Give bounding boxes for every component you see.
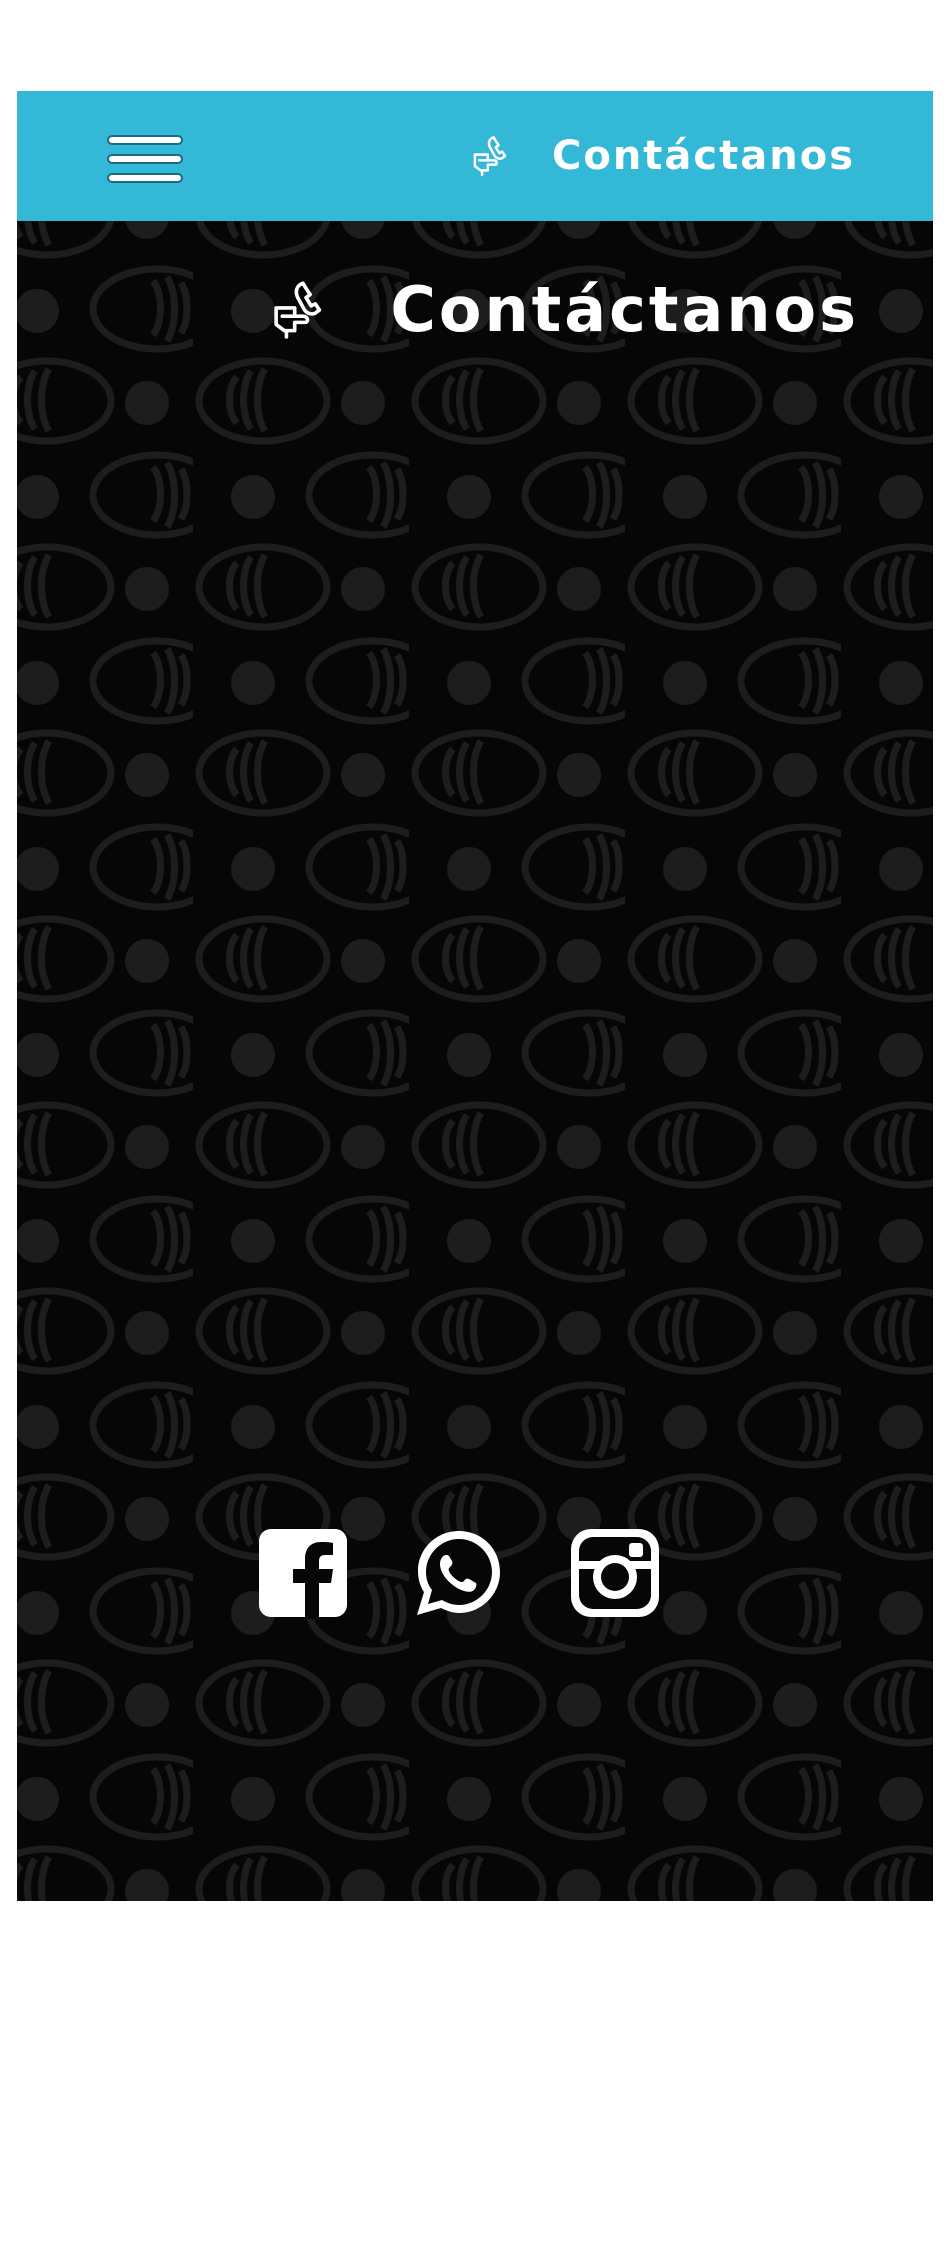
facebook-button[interactable] [257,1527,349,1619]
top-bar: Contáctanos [17,91,933,221]
phone-hand-icon [473,136,507,176]
instagram-button[interactable] [569,1527,661,1619]
header-contact-link[interactable]: Contáctanos [472,127,855,185]
menu-bar [107,154,183,164]
facebook-icon [259,1529,347,1619]
app-container: Contáctanos Contáctanos [17,91,933,1901]
sushi-pattern-background [17,221,933,1901]
menu-bar [107,135,183,145]
hero-section: Contáctanos [17,221,933,1901]
whatsapp-button[interactable] [413,1527,505,1619]
phone-hand-icon [274,280,322,339]
social-links [257,1527,677,1623]
hamburger-menu-button[interactable] [107,135,183,183]
instagram-icon [571,1529,659,1617]
hero-title: Contáctanos [272,273,859,346]
hero-title-label: Contáctanos [390,273,859,346]
header-contact-label: Contáctanos [551,133,855,179]
whatsapp-icon [417,1531,500,1615]
menu-bar [107,173,183,183]
